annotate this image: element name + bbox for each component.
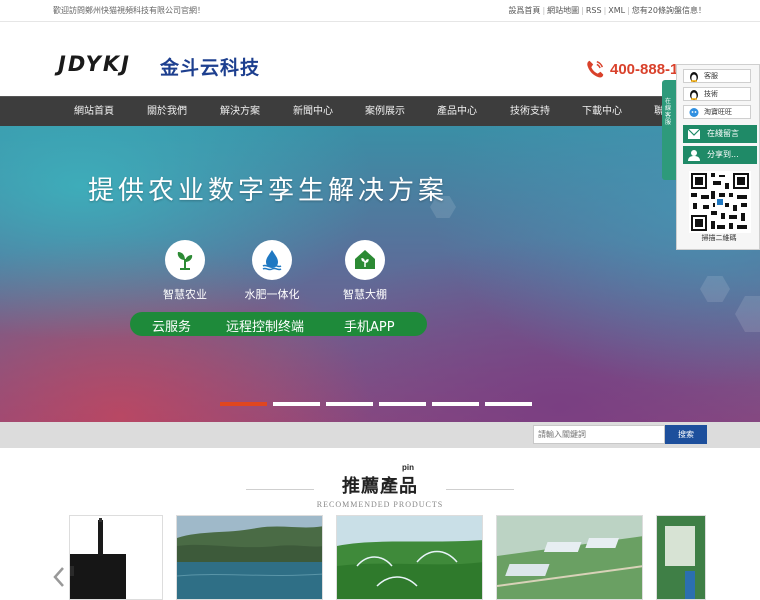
product-card-device[interactable] (69, 515, 163, 600)
slide-dot-5[interactable] (432, 402, 479, 406)
online-message-button[interactable]: 在綫留言 (683, 125, 757, 143)
banner-headline: 提供农业数字孪生解决方案 (88, 176, 449, 206)
product-card-irrigation[interactable] (336, 515, 483, 600)
separator: | (581, 6, 584, 15)
hero-banner[interactable]: 提供农业数字孪生解决方案 智慧农业 水肥一体化 智慧大棚 云服务 远程控制终端 … (0, 126, 760, 422)
logo-chinese[interactable]: 金斗云科技 (160, 53, 260, 80)
water-drop-icon (262, 250, 282, 271)
rss-link[interactable]: RSS (586, 6, 602, 15)
qr-caption: 掃描二維碼 (701, 234, 737, 242)
services-pill: 云服务 远程控制终端 手机APP (130, 312, 427, 336)
slide-dot-2[interactable] (273, 402, 320, 406)
separator: | (542, 6, 546, 15)
qq-service[interactable]: 客服 (683, 69, 751, 83)
share-label: 分享到... (707, 150, 739, 159)
logo-text[interactable]: JDYKJ (58, 52, 131, 76)
nav-item-about[interactable]: 關於我們 (147, 97, 187, 127)
top-bar: 歡迎訪問鄭州快猫視頻科技有限公司官網！ 設爲首頁 | 網站地圖 | RSS | XML | 您有… (0, 0, 760, 22)
feature-icon-bg (165, 240, 205, 280)
section-subtitle: RECOMMENDED PRODUCTS (316, 500, 444, 509)
feature-smart-agriculture: 智慧农业 (145, 240, 225, 302)
xml-link[interactable]: XML (608, 6, 625, 15)
chevron-left-icon[interactable] (52, 566, 66, 588)
product-card-reservoir[interactable] (176, 515, 323, 600)
slide-dot-6[interactable] (485, 402, 532, 406)
title-pinyin: pin (402, 463, 414, 472)
product-card-partial[interactable] (656, 515, 706, 600)
user-icon (688, 150, 700, 161)
service-tab-label: 在線客服 (665, 98, 672, 126)
search-button[interactable]: 搜索 (665, 425, 707, 444)
feature-label: 水肥一体化 (244, 288, 300, 301)
header: JDYKJ 金斗云科技 400-888-1 (0, 22, 760, 96)
taobao-label: 淘寶旺旺 (704, 108, 732, 116)
floating-service-panel: 在線客服 客服 技術 淘寶旺旺 在綫留言 分享到... 掃描二維碼 (662, 64, 760, 250)
nav-item-downloads[interactable]: 下載中心 (582, 97, 622, 127)
slide-dot-1[interactable] (220, 402, 267, 406)
service-tab[interactable]: 在線客服 (662, 80, 676, 180)
nav-item-cases[interactable]: 案例展示 (365, 97, 405, 127)
search-input[interactable] (533, 425, 665, 444)
feature-label: 智慧大棚 (343, 288, 387, 301)
feature-icon-bg (252, 240, 292, 280)
taobao-wangwang[interactable]: 淘寶旺旺 (683, 105, 751, 119)
slide-dot-3[interactable] (326, 402, 373, 406)
pill-item-mobile-app: 手机APP (344, 320, 395, 335)
pill-item-cloud: 云服务 (152, 320, 192, 335)
product-card-farm-aerial[interactable] (496, 515, 643, 600)
separator: | (603, 6, 607, 15)
inquiry-link[interactable]: 您有20條詢盤信息！ (632, 6, 706, 15)
qq-penguin-icon (690, 72, 698, 82)
pill-item-remote-control: 远程控制终端 (226, 320, 305, 335)
top-links: 設爲首頁 | 網站地圖 | RSS | XML | 您有20條詢盤信息！ (508, 5, 706, 16)
product-image (497, 516, 642, 599)
page: 歡迎訪問鄭州快猫視頻科技有限公司官網！ 設爲首頁 | 網站地圖 | RSS | XML | 您有… (0, 0, 760, 600)
nav-item-news[interactable]: 新聞中心 (293, 97, 333, 127)
share-button[interactable]: 分享到... (683, 146, 757, 164)
product-image (657, 516, 705, 599)
phone-icon (587, 60, 604, 78)
feature-water-fertilizer: 水肥一体化 (232, 240, 312, 302)
nav-item-home[interactable]: 網站首頁 (74, 97, 114, 127)
qq-penguin-icon (690, 90, 698, 100)
plant-icon (177, 252, 193, 270)
greenhouse-icon (355, 250, 375, 269)
decor-hexagon (735, 296, 760, 332)
section-title: 推薦產品 (342, 476, 418, 497)
main-nav: 網站首頁 關於我們 解決方案 新聞中心 案例展示 產品中心 技術支持 下載中心 … (0, 96, 760, 126)
product-image (337, 516, 482, 599)
service-panel: 客服 技術 淘寶旺旺 在綫留言 分享到... 掃描二維碼 (676, 64, 760, 250)
qq-service-label: 客服 (704, 72, 718, 80)
nav-item-support[interactable]: 技術支持 (510, 97, 550, 127)
welcome-text: 歡迎訪問鄭州快猫視頻科技有限公司官網！ (53, 6, 205, 15)
qq-tech[interactable]: 技術 (683, 87, 751, 101)
feature-label: 智慧农业 (163, 288, 207, 301)
envelope-icon (687, 128, 701, 139)
nav-item-solutions[interactable]: 解決方案 (220, 97, 260, 127)
online-message-label: 在綫留言 (707, 129, 739, 138)
qq-tech-label: 技術 (704, 90, 718, 98)
nav-item-products[interactable]: 產品中心 (437, 97, 477, 127)
feature-icon-bg (345, 240, 385, 280)
decor-hexagon (700, 276, 730, 302)
separator: | (627, 6, 630, 15)
slide-dot-4[interactable] (379, 402, 426, 406)
wangwang-icon (689, 108, 699, 117)
product-image (70, 518, 126, 599)
qr-code-image (689, 171, 751, 233)
set-homepage-link[interactable]: 設爲首頁 (508, 6, 540, 15)
sitemap-link[interactable]: 網站地圖 (547, 6, 579, 15)
search-strip: 搜索 (0, 422, 760, 448)
product-image (177, 516, 322, 599)
feature-smart-greenhouse: 智慧大棚 (325, 240, 405, 302)
